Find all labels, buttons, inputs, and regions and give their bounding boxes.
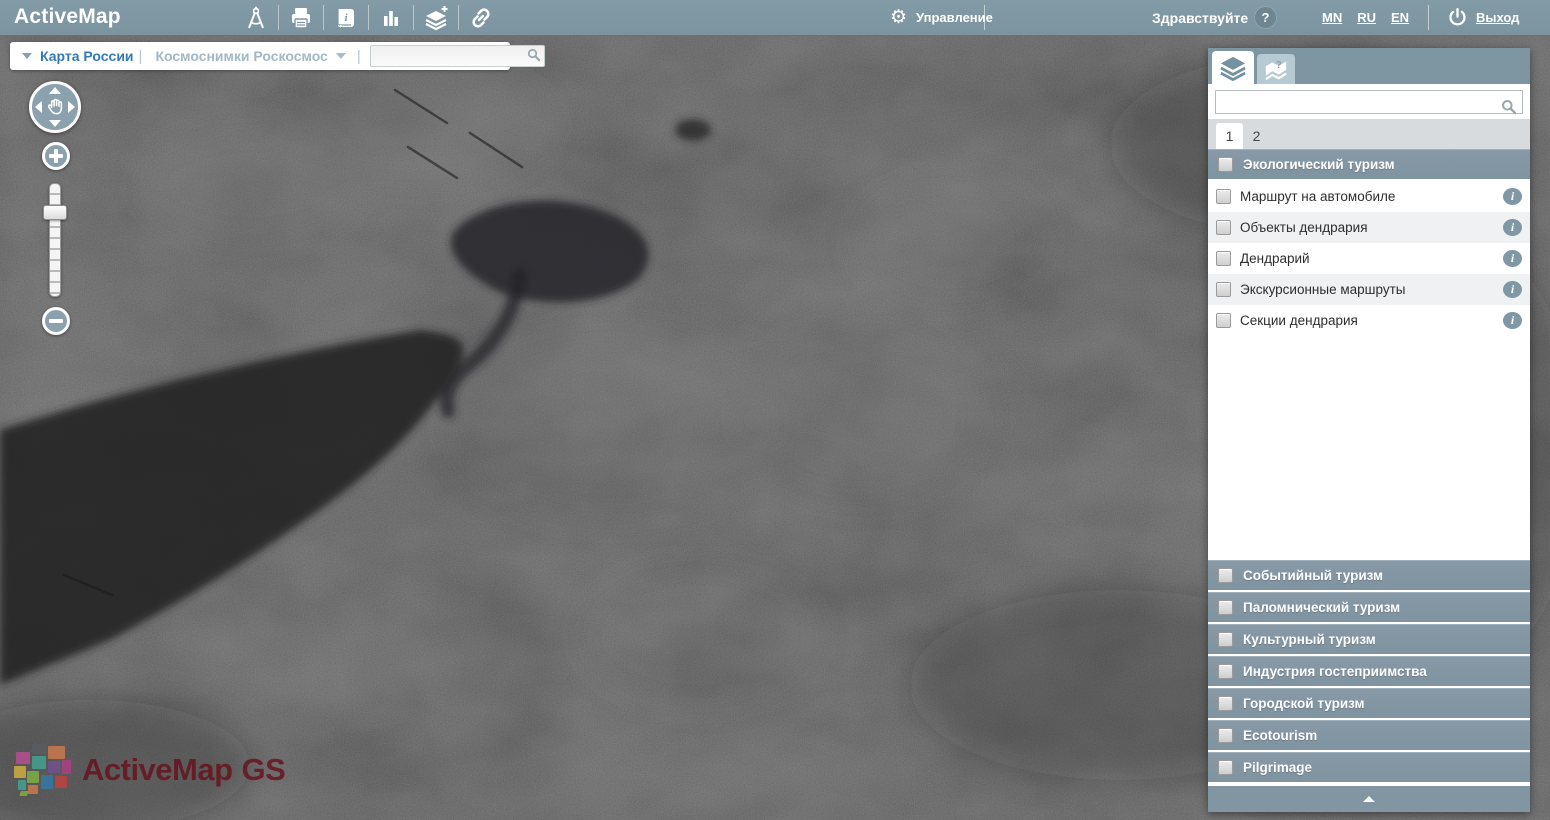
panel-tabstrip: ? xyxy=(1208,48,1530,84)
chevron-up-icon xyxy=(1363,796,1375,802)
svg-text:?: ? xyxy=(1276,60,1282,71)
panel-empty-space xyxy=(1208,336,1530,560)
layer-info-icon[interactable]: i xyxy=(1503,250,1522,267)
group-checkbox[interactable] xyxy=(1218,664,1233,679)
chevron-down-icon[interactable] xyxy=(336,53,346,59)
zoom-slider-track[interactable] xyxy=(49,183,61,297)
layer-search-input[interactable] xyxy=(1215,90,1523,114)
pan-up-arrow-icon[interactable] xyxy=(49,87,61,94)
layer-row[interactable]: Экскурсионные маршруты i xyxy=(1208,274,1530,305)
group-checkbox[interactable] xyxy=(1218,696,1233,711)
layers-icon xyxy=(1218,55,1248,81)
layers-plus-icon xyxy=(423,5,449,31)
lang-mn-link[interactable]: MN xyxy=(1322,10,1342,25)
layers-tab[interactable] xyxy=(1212,51,1254,84)
layer-row[interactable]: Дендрарий i xyxy=(1208,243,1530,274)
hand-icon xyxy=(44,95,66,117)
group-checkbox[interactable] xyxy=(1218,568,1233,583)
group-checkbox[interactable] xyxy=(1218,600,1233,615)
app-logo: ActiveMap xyxy=(14,5,121,29)
greeting-text: Здравствуйте xyxy=(1152,10,1248,26)
page-tab-1[interactable]: 1 xyxy=(1216,123,1243,149)
layer-checkbox[interactable] xyxy=(1216,220,1231,235)
basemap-select[interactable]: Карта России xyxy=(40,48,134,64)
gear-icon: ⚙ xyxy=(890,8,907,27)
zoom-out-button[interactable] xyxy=(42,307,70,335)
minus-icon xyxy=(49,319,63,323)
layer-group-ecotourism-en[interactable]: Ecotourism xyxy=(1208,720,1530,752)
measure-tool-button[interactable] xyxy=(234,0,278,35)
layer-info-icon[interactable]: i xyxy=(1503,219,1522,236)
logout-button[interactable]: Выход xyxy=(1447,0,1519,35)
link-icon xyxy=(469,6,493,30)
pan-down-arrow-icon[interactable] xyxy=(49,120,61,127)
layer-group-cultural-tourism[interactable]: Культурный туризм xyxy=(1208,624,1530,656)
search-icon xyxy=(527,48,541,62)
logout-label: Выход xyxy=(1476,10,1519,25)
basemap-bar: Карта России | Космоснимки Роскосмос | xyxy=(10,42,510,70)
map-question-icon: ? xyxy=(1263,57,1289,81)
layer-info-icon[interactable]: i xyxy=(1503,312,1522,329)
group-checkbox[interactable] xyxy=(1218,157,1233,172)
layer-group-event-tourism[interactable]: Событийный туризм xyxy=(1208,560,1530,592)
zoom-slider-handle[interactable] xyxy=(43,205,67,220)
layer-info-icon[interactable]: i xyxy=(1503,281,1522,298)
toolbar-tools: i xyxy=(234,0,503,35)
print-button[interactable] xyxy=(279,0,323,35)
reference-book-button[interactable]: i xyxy=(324,0,368,35)
management-menu[interactable]: ⚙ Управление xyxy=(890,0,993,35)
management-label: Управление xyxy=(916,10,993,25)
map-help-tab[interactable]: ? xyxy=(1257,54,1295,84)
plus-icon xyxy=(54,149,58,163)
map-search xyxy=(370,45,545,67)
map-search-input[interactable] xyxy=(370,45,545,67)
info-book-icon: i xyxy=(334,6,358,30)
group-checkbox[interactable] xyxy=(1218,632,1233,647)
top-toolbar: ActiveMap xyxy=(0,0,1550,36)
layers-panel: ? 1 2 Экологический туризм Маршрут на ав… xyxy=(1208,48,1530,812)
layer-checkbox[interactable] xyxy=(1216,282,1231,297)
pan-control[interactable] xyxy=(29,81,81,133)
layer-group-hospitality[interactable]: Индустрия гостеприимства xyxy=(1208,656,1530,688)
group-checkbox[interactable] xyxy=(1218,728,1233,743)
group-checkbox[interactable] xyxy=(1218,760,1233,775)
pan-right-arrow-icon[interactable] xyxy=(68,101,75,113)
lang-en-link[interactable]: EN xyxy=(1391,10,1409,25)
divider: | xyxy=(139,48,143,65)
layer-checkbox[interactable] xyxy=(1216,251,1231,266)
toolbar-divider xyxy=(1428,5,1429,30)
imagery-select[interactable]: Космоснимки Роскосмос xyxy=(155,48,327,64)
search-icon xyxy=(1501,99,1517,115)
add-layers-button[interactable] xyxy=(414,0,458,35)
layer-group-eco-tourism[interactable]: Экологический туризм xyxy=(1208,149,1530,181)
layer-row[interactable]: Маршрут на автомобиле i xyxy=(1208,181,1530,212)
help-button[interactable]: ? xyxy=(1254,6,1277,29)
layer-pages: 1 2 xyxy=(1208,119,1530,149)
layer-group-pilgrim-tourism[interactable]: Паломнический туризм xyxy=(1208,592,1530,624)
layer-row[interactable]: Секции дендрария i xyxy=(1208,305,1530,336)
chevron-down-icon[interactable] xyxy=(22,53,32,59)
layer-checkbox[interactable] xyxy=(1216,313,1231,328)
layer-row[interactable]: Объекты дендрария i xyxy=(1208,212,1530,243)
zoom-in-button[interactable] xyxy=(42,142,70,170)
layer-group-pilgrimage-en[interactable]: Pilgrimage xyxy=(1208,752,1530,784)
lang-ru-link[interactable]: RU xyxy=(1357,10,1376,25)
bar-chart-icon xyxy=(379,6,403,30)
layer-info-icon[interactable]: i xyxy=(1503,188,1522,205)
layer-search xyxy=(1208,84,1530,119)
pan-left-arrow-icon[interactable] xyxy=(35,101,42,113)
share-link-button[interactable] xyxy=(459,0,503,35)
compass-icon xyxy=(244,6,268,30)
question-mark-icon: ? xyxy=(1262,10,1270,25)
layer-checkbox[interactable] xyxy=(1216,189,1231,204)
printer-icon xyxy=(289,6,313,30)
page-tab-2[interactable]: 2 xyxy=(1243,123,1270,149)
statistics-button[interactable] xyxy=(369,0,413,35)
divider: | xyxy=(357,48,361,65)
layer-group-city-tourism[interactable]: Городской туризм xyxy=(1208,688,1530,720)
power-icon xyxy=(1447,7,1468,28)
language-switcher: MN RU EN xyxy=(1322,10,1409,25)
panel-collapse-button[interactable] xyxy=(1208,784,1530,812)
